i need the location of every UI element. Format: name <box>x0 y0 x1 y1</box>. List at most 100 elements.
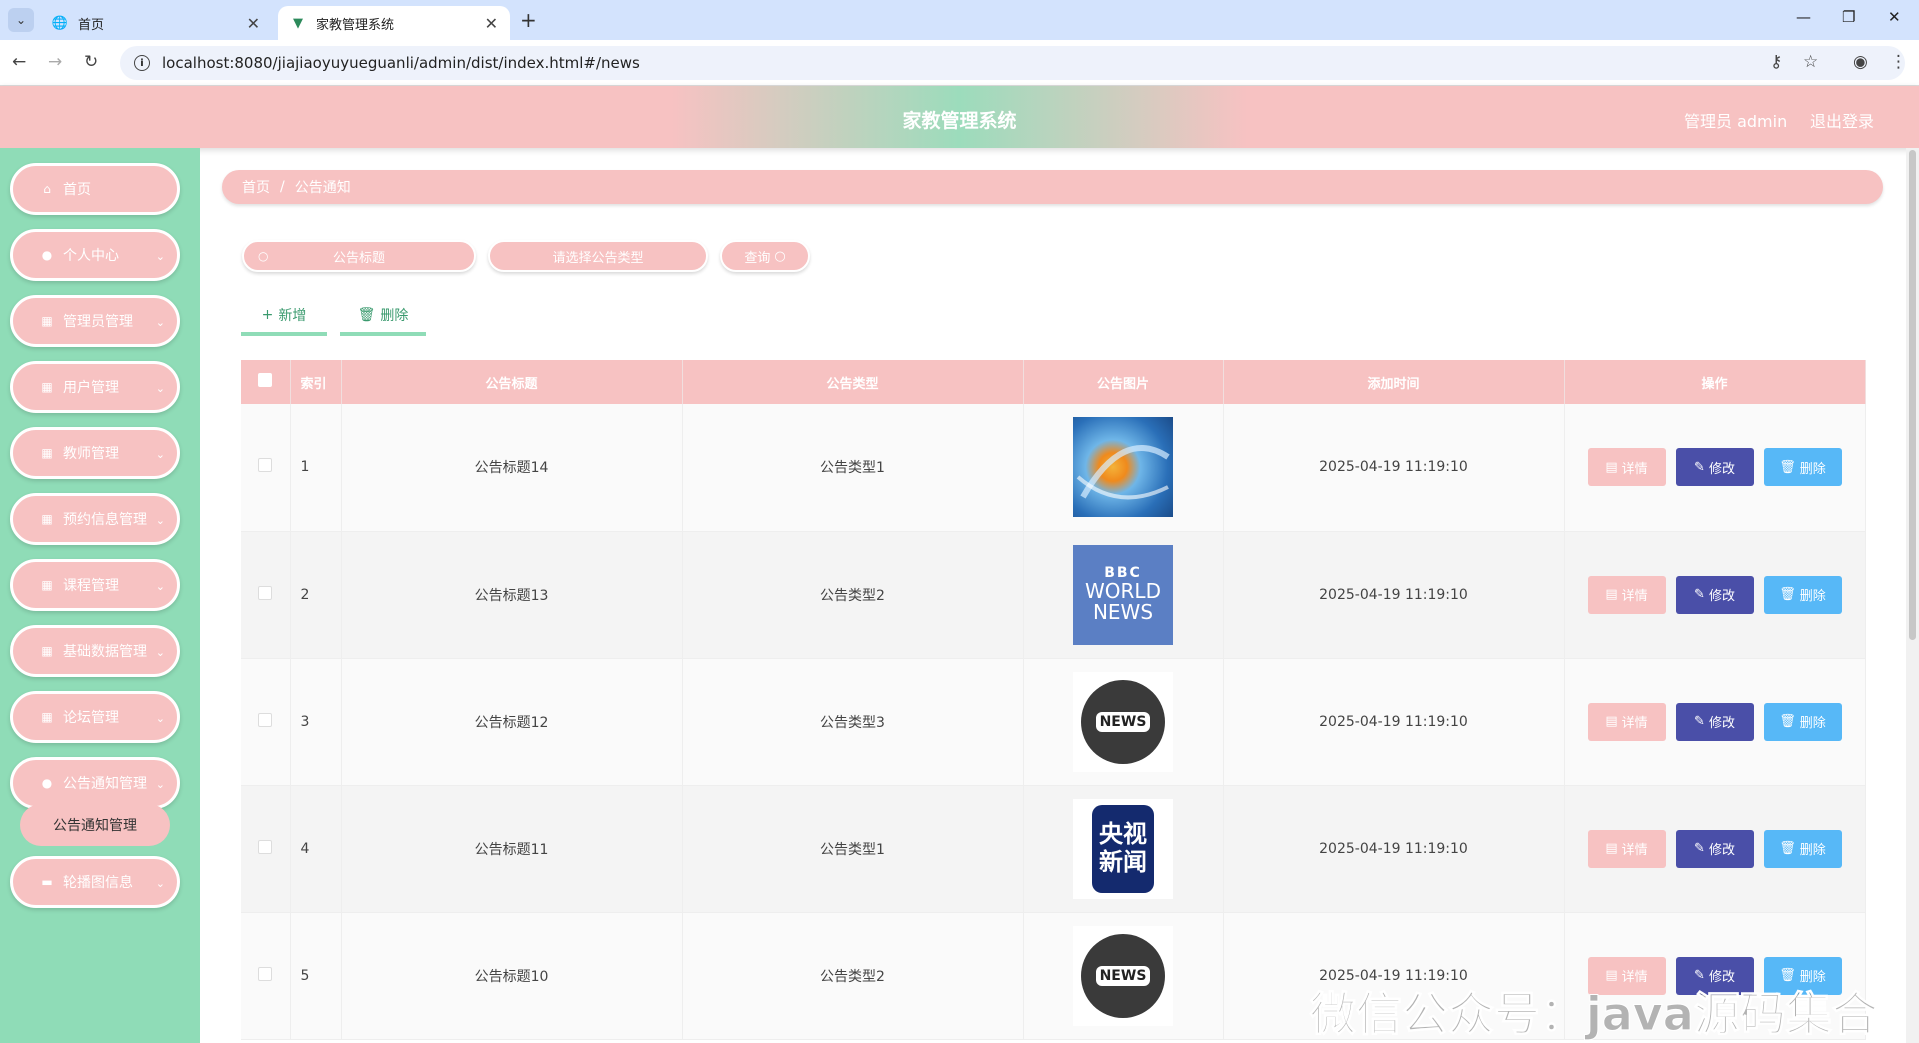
document-icon: ▤ <box>1605 587 1618 602</box>
back-icon[interactable]: ← <box>12 52 26 72</box>
edit-button[interactable]: ✎ 修改 <box>1675 829 1754 868</box>
app-title: 家教管理系统 <box>902 110 1017 132</box>
table-row: 1 公告标题14 公告类型1 2025-04-19 11:19:10 ▤ 详情 ✎… <box>241 404 1866 532</box>
row-checkbox[interactable] <box>258 966 273 981</box>
scrollbar-thumb[interactable] <box>1909 150 1916 640</box>
row-image-cell: NEWS <box>1023 658 1224 786</box>
forward-icon[interactable]: → <box>48 52 62 72</box>
url-field[interactable]: i localhost:8080/jiajiaoyuyueguanli/admi… <box>120 46 1905 80</box>
close-window-icon[interactable]: ✕ <box>1888 8 1901 26</box>
breadcrumb-separator: / <box>280 179 285 195</box>
breadcrumb-home[interactable]: 首页 <box>242 177 270 197</box>
new-tab-icon[interactable]: + <box>520 8 537 32</box>
menu-dots-icon[interactable]: ⋮ <box>1890 52 1907 72</box>
type-select[interactable]: 请选择公告类型 <box>488 240 708 272</box>
submenu-notices[interactable]: 公告通知管理 <box>20 804 170 846</box>
sidebar-item-profile[interactable]: ● 个人中心 ⌄ <box>10 229 180 281</box>
table-header-row: 索引 公告标题 公告类型 公告图片 添加时间 操作 <box>241 360 1866 404</box>
column-header[interactable]: 添加时间 <box>1223 360 1565 404</box>
key-icon[interactable]: ⚷ <box>1770 52 1782 72</box>
row-time: 2025-04-19 11:19:10 <box>1223 785 1565 913</box>
browser-tab-home[interactable]: 🌐 首页 ✕ <box>40 6 272 40</box>
bbc-world-news-image[interactable]: BBC WORLD NEWS <box>1073 544 1173 645</box>
sidebar-item-base-data[interactable]: ▦ 基础数据管理 ⌄ <box>10 625 180 677</box>
site-info-icon[interactable]: i <box>134 55 150 71</box>
detail-button[interactable]: ▤ 详情 <box>1587 702 1666 741</box>
select-all-checkbox[interactable] <box>258 373 273 387</box>
table-row: 4 公告标题11 公告类型1 央视 新闻 2025-04-19 11:19:10… <box>241 785 1866 913</box>
row-checkbox[interactable] <box>258 839 273 854</box>
row-index: 1 <box>290 404 342 532</box>
sidebar-item-teachers[interactable]: ▦ 教师管理 ⌄ <box>10 427 180 479</box>
minimize-icon[interactable]: — <box>1796 8 1811 26</box>
grid-icon: ▦ <box>41 512 53 526</box>
row-checkbox[interactable] <box>258 712 273 727</box>
row-image-cell: NEWS <box>1023 912 1224 1040</box>
column-header[interactable]: 公告标题 <box>341 360 683 404</box>
row-delete-button[interactable]: 🗑 删除 <box>1763 448 1842 487</box>
query-button[interactable]: 查询 ○ <box>720 240 810 272</box>
reload-icon[interactable]: ↻ <box>84 52 98 72</box>
profile-icon[interactable]: ◉ <box>1853 52 1868 72</box>
column-header: 公告图片 <box>1023 360 1224 404</box>
row-select-cell <box>241 531 291 659</box>
title-search-input[interactable]: ○ 公告标题 <box>242 240 476 272</box>
browser-tab-active[interactable]: ▼ 家教管理系统 ✕ <box>278 6 510 40</box>
sidebar-item-home[interactable]: ⌂ 首页 <box>10 163 180 215</box>
edit-button[interactable]: ✎ 修改 <box>1675 702 1754 741</box>
cctv-news-image[interactable]: 央视 新闻 <box>1073 798 1173 899</box>
cctv-text-line1: 央视 <box>1099 819 1147 848</box>
news-badge-image[interactable]: NEWS <box>1073 925 1173 1026</box>
edit-button[interactable]: ✎ 修改 <box>1675 575 1754 614</box>
page-scrollbar[interactable] <box>1906 148 1919 1043</box>
delete-button-label: 删除 <box>380 308 409 324</box>
column-header: 索引 <box>290 360 342 404</box>
row-time: 2025-04-19 11:19:10 <box>1223 531 1565 659</box>
row-ops-cell: ▤ 详情 ✎ 修改 🗑 删除 <box>1564 531 1866 659</box>
star-icon[interactable]: ☆ <box>1803 52 1818 72</box>
tab-search-button[interactable]: ⌄ <box>8 8 34 32</box>
chevron-down-icon: ⌄ <box>155 712 165 725</box>
logout-link[interactable]: 退出登录 <box>1810 108 1874 132</box>
edit-label: 修改 <box>1708 461 1735 477</box>
add-button[interactable]: + 新增 <box>241 298 327 336</box>
plus-icon: + <box>261 307 274 323</box>
news-badge-text: NEWS <box>1095 711 1151 732</box>
news-globe-image[interactable] <box>1073 417 1173 518</box>
detail-button[interactable]: ▤ 详情 <box>1587 829 1666 868</box>
restore-icon[interactable]: ❐ <box>1842 8 1855 26</box>
column-header[interactable]: 公告类型 <box>682 360 1024 404</box>
detail-label: 详情 <box>1621 716 1648 731</box>
sidebar-item-appointments[interactable]: ▦ 预约信息管理 ⌄ <box>10 493 180 545</box>
row-checkbox[interactable] <box>258 458 273 473</box>
table-row: 2 公告标题13 公告类型2 BBC WORLD NEWS 2025-04-19… <box>241 531 1866 659</box>
row-delete-button[interactable]: 🗑 删除 <box>1763 829 1842 868</box>
sidebar-item-users[interactable]: ▦ 用户管理 ⌄ <box>10 361 180 413</box>
delete-label: 删除 <box>1799 589 1826 604</box>
detail-button[interactable]: ▤ 详情 <box>1587 448 1666 487</box>
delete-button[interactable]: 🗑 删除 <box>340 298 426 336</box>
sidebar-item-courses[interactable]: ▦ 课程管理 ⌄ <box>10 559 180 611</box>
row-type: 公告类型2 <box>682 531 1024 659</box>
detail-button[interactable]: ▤ 详情 <box>1587 575 1666 614</box>
user-icon: ● <box>41 776 53 790</box>
title-search-placeholder: 公告标题 <box>332 250 385 266</box>
edit-label: 修改 <box>1708 716 1735 731</box>
close-tab-icon[interactable]: ✕ <box>485 14 498 33</box>
address-bar: ← → ↻ i localhost:8080/jiajiaoyuyueguanl… <box>0 40 1919 86</box>
row-delete-button[interactable]: 🗑 删除 <box>1763 702 1842 741</box>
chevron-down-icon: ⌄ <box>155 382 165 395</box>
news-badge-image[interactable]: NEWS <box>1073 671 1173 772</box>
close-tab-icon[interactable]: ✕ <box>247 14 260 33</box>
sidebar-item-admins[interactable]: ▦ 管理员管理 ⌄ <box>10 295 180 347</box>
trash-icon: 🗑 <box>357 307 376 323</box>
row-delete-button[interactable]: 🗑 删除 <box>1763 575 1842 614</box>
sidebar-item-carousel[interactable]: ▬ 轮播图信息 ⌄ <box>10 856 180 908</box>
row-checkbox[interactable] <box>258 585 273 600</box>
sidebar-item-notices[interactable]: ● 公告通知管理 ⌄ <box>10 757 180 809</box>
sidebar-item-forum[interactable]: ▦ 论坛管理 ⌄ <box>10 691 180 743</box>
chevron-down-icon: ⌄ <box>155 514 165 527</box>
chevron-down-icon: ⌄ <box>155 250 165 263</box>
row-ops-cell: ▤ 详情 ✎ 修改 🗑 删除 <box>1564 658 1866 786</box>
edit-button[interactable]: ✎ 修改 <box>1675 448 1754 487</box>
